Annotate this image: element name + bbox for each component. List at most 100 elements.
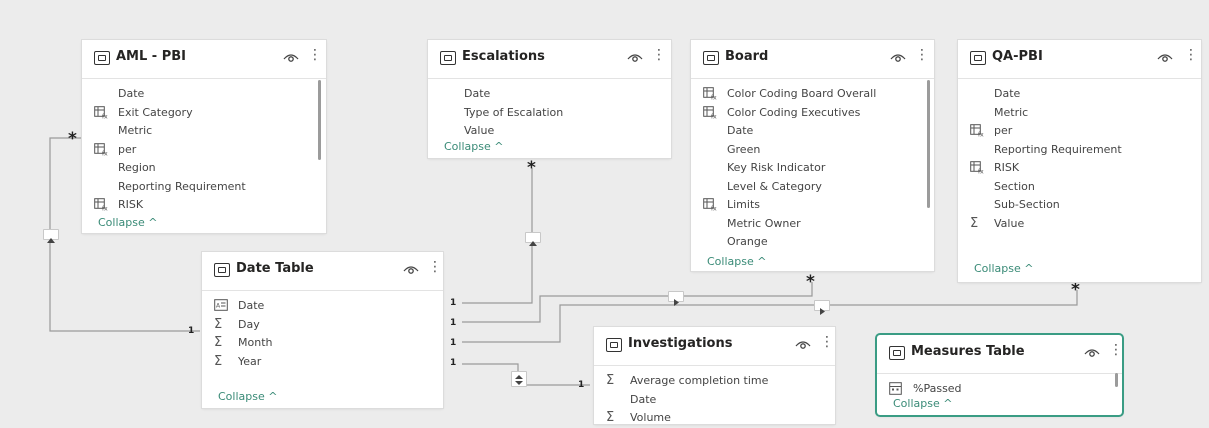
field-row[interactable]: fx per bbox=[82, 141, 326, 160]
collapse-link[interactable]: Collapse ^ bbox=[444, 140, 503, 153]
field-row[interactable]: fx Color Coding Executives bbox=[691, 104, 934, 123]
field-row[interactable]: A Date bbox=[202, 297, 443, 316]
crossfilter-arrow-escalations[interactable] bbox=[525, 232, 541, 246]
field-row[interactable]: Σ Average completion time bbox=[594, 372, 835, 391]
visibility-eye-icon[interactable] bbox=[626, 50, 644, 64]
svg-text:fx: fx bbox=[978, 169, 984, 175]
field-row[interactable]: Σ Year bbox=[202, 353, 443, 372]
crossfilter-arrow-qa[interactable] bbox=[814, 300, 830, 315]
field-row[interactable]: Σ Value bbox=[958, 215, 1201, 234]
more-options-icon[interactable]: ⋮ bbox=[915, 48, 929, 62]
collapse-link[interactable]: Collapse ^ bbox=[98, 216, 157, 229]
one-marker-date-escalations: 1 bbox=[450, 298, 457, 308]
field-label: RISK bbox=[994, 161, 1020, 174]
sigma-icon: Σ bbox=[606, 410, 615, 425]
collapse-link[interactable]: Collapse ^ bbox=[707, 255, 766, 268]
field-row[interactable]: fx Color Coding Board Overall bbox=[691, 85, 934, 104]
field-row[interactable]: Key Risk Indicator bbox=[691, 159, 934, 178]
table-card-aml-pbi[interactable]: AML - PBI ⋮ Date fx Exit Category Metric fx p… bbox=[82, 40, 326, 233]
field-row[interactable]: Reporting Requirement bbox=[958, 141, 1201, 160]
table-card-measures-table[interactable]: Measures Table ⋮ %Passed Collapse ^ bbox=[877, 335, 1123, 415]
field-row[interactable]: Sub-Section bbox=[958, 196, 1201, 215]
field-row[interactable]: Orange bbox=[691, 233, 934, 252]
more-options-icon[interactable]: ⋮ bbox=[308, 48, 322, 62]
sigma-icon: Σ bbox=[970, 215, 979, 231]
more-options-icon[interactable]: ⋮ bbox=[652, 48, 666, 62]
sigma-icon: Σ bbox=[606, 373, 615, 388]
calculated-column-icon: fx bbox=[94, 198, 108, 213]
more-options-icon[interactable]: ⋮ bbox=[428, 260, 442, 274]
many-marker-escalations: * bbox=[527, 158, 536, 178]
field-row[interactable]: Date bbox=[958, 85, 1201, 104]
field-row[interactable]: Level & Category bbox=[691, 178, 934, 197]
field-list: Σ Average completion time Date Σ Volume bbox=[594, 366, 835, 428]
table-header[interactable]: Date Table ⋮ bbox=[202, 252, 443, 291]
field-label: Date bbox=[464, 87, 491, 100]
field-label: Reporting Requirement bbox=[994, 142, 1122, 156]
visibility-eye-icon[interactable] bbox=[889, 50, 907, 64]
visibility-eye-icon[interactable] bbox=[282, 50, 300, 64]
field-row[interactable]: Green bbox=[691, 141, 934, 160]
field-label: Limits bbox=[727, 198, 760, 211]
field-label: Sub-Section bbox=[994, 198, 1060, 211]
visibility-eye-icon[interactable] bbox=[794, 337, 812, 351]
table-card-board[interactable]: Board ⋮ fx Color Coding Board Overall fx Co… bbox=[691, 40, 934, 271]
table-card-date-table[interactable]: Date Table ⋮ A Date Σ Day Σ Month Σ Year Collap… bbox=[202, 252, 443, 408]
scrollbar[interactable] bbox=[1115, 373, 1118, 387]
field-row[interactable]: fx RISK bbox=[82, 196, 326, 215]
more-options-icon[interactable]: ⋮ bbox=[820, 335, 834, 349]
crossfilter-both-arrow-investigations[interactable] bbox=[511, 371, 527, 387]
field-row[interactable]: fx per bbox=[958, 122, 1201, 141]
field-row[interactable]: Σ Month bbox=[202, 334, 443, 353]
many-marker-board: * bbox=[806, 272, 815, 292]
collapse-link[interactable]: Collapse ^ bbox=[218, 390, 277, 403]
field-row[interactable]: Metric bbox=[958, 104, 1201, 123]
model-canvas[interactable]: * * * * 1 1 1 1 1 1 AML - PBI ⋮ Date fx Ex… bbox=[0, 0, 1209, 424]
field-row[interactable]: Metric bbox=[82, 122, 326, 141]
table-header[interactable]: Escalations ⋮ bbox=[428, 40, 671, 79]
field-row[interactable]: Σ Day bbox=[202, 316, 443, 335]
table-card-escalations[interactable]: Escalations ⋮ Date Type of Escalation Valu… bbox=[428, 40, 671, 158]
field-row[interactable]: Σ Volume bbox=[594, 409, 835, 428]
field-row[interactable]: Region bbox=[82, 159, 326, 178]
visibility-eye-icon[interactable] bbox=[1083, 345, 1101, 359]
field-row[interactable]: fx Limits bbox=[691, 196, 934, 215]
table-icon bbox=[606, 338, 622, 352]
table-header[interactable]: QA-PBI ⋮ bbox=[958, 40, 1201, 79]
collapse-link[interactable]: Collapse ^ bbox=[893, 397, 952, 410]
field-label: Section bbox=[994, 179, 1035, 193]
table-header[interactable]: AML - PBI ⋮ bbox=[82, 40, 326, 79]
field-row[interactable]: Metric Owner bbox=[691, 215, 934, 234]
field-row[interactable]: Date bbox=[82, 85, 326, 104]
collapse-link[interactable]: Collapse ^ bbox=[974, 262, 1033, 275]
field-row[interactable]: Date bbox=[594, 391, 835, 410]
field-row[interactable]: Type of Escalation bbox=[428, 104, 671, 123]
field-row[interactable]: Reporting Requirement bbox=[82, 178, 326, 197]
visibility-eye-icon[interactable] bbox=[1156, 50, 1174, 64]
table-header[interactable]: Investigations ⋮ bbox=[594, 327, 835, 366]
crossfilter-arrow-board[interactable] bbox=[668, 291, 684, 306]
more-options-icon[interactable]: ⋮ bbox=[1109, 343, 1123, 357]
field-row[interactable]: fx Exit Category bbox=[82, 104, 326, 123]
table-header[interactable]: Board ⋮ bbox=[691, 40, 934, 79]
table-icon bbox=[970, 51, 986, 65]
field-row[interactable]: Value bbox=[428, 122, 671, 141]
scrollbar[interactable] bbox=[927, 80, 930, 208]
scrollbar[interactable] bbox=[318, 80, 321, 160]
table-card-qa-pbi[interactable]: QA-PBI ⋮ Date Metric fx per Reporting Requir… bbox=[958, 40, 1201, 282]
visibility-eye-icon[interactable] bbox=[402, 262, 420, 276]
table-card-investigations[interactable]: Investigations ⋮ Σ Average completion tim… bbox=[594, 327, 835, 424]
crossfilter-arrow-aml[interactable] bbox=[43, 229, 59, 243]
field-row[interactable]: %Passed bbox=[877, 380, 1122, 399]
more-options-icon[interactable]: ⋮ bbox=[1184, 48, 1198, 62]
relationship-line-escalations-date bbox=[462, 168, 533, 304]
table-header[interactable]: Measures Table ⋮ bbox=[877, 335, 1123, 374]
calculated-column-icon: fx bbox=[970, 161, 984, 176]
table-title: AML - PBI bbox=[116, 49, 187, 64]
table-title: Board bbox=[725, 49, 769, 64]
field-row[interactable]: Date bbox=[691, 122, 934, 141]
many-marker-qa: * bbox=[1071, 280, 1080, 300]
field-row[interactable]: fx RISK bbox=[958, 159, 1201, 178]
field-row[interactable]: Section bbox=[958, 178, 1201, 197]
field-row[interactable]: Date bbox=[428, 85, 671, 104]
